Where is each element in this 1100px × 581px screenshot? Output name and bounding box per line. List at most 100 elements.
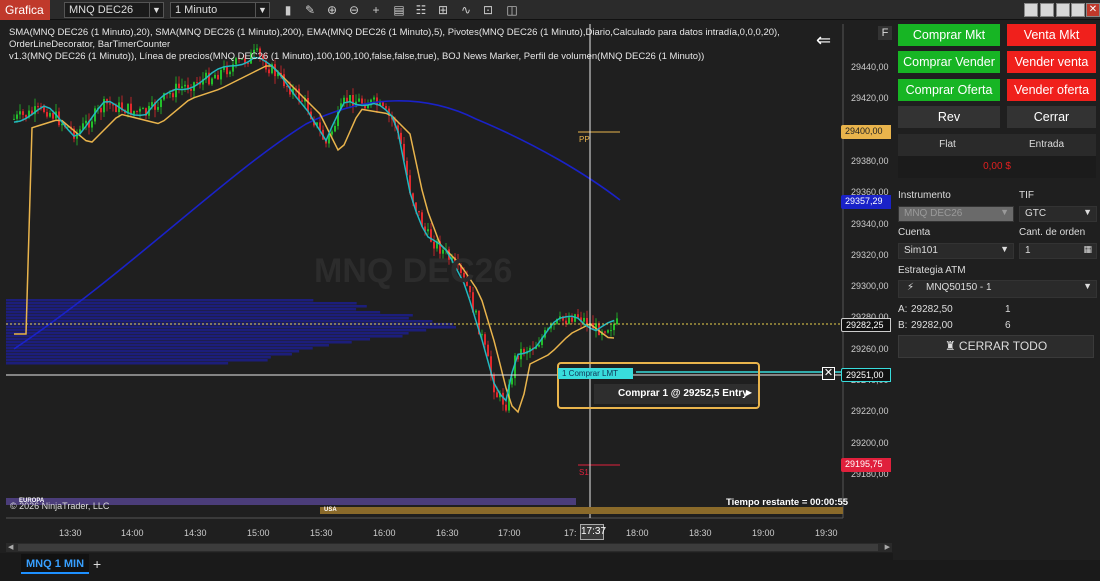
instrument-select[interactable]: MNQ DEC26 ▼ bbox=[64, 2, 164, 18]
candle-body bbox=[52, 112, 54, 119]
volume-profile-bar bbox=[6, 359, 268, 362]
pivot-s1-flag: 29195,75 bbox=[841, 458, 891, 472]
sma200-flag: 29357,29 bbox=[841, 195, 891, 209]
strategies-icon[interactable]: ☷ bbox=[414, 3, 428, 17]
session-usa-label: USA bbox=[324, 507, 337, 513]
bell-icon: ♜ bbox=[944, 339, 956, 353]
scroll-right-icon[interactable]: ▶ bbox=[885, 543, 890, 551]
volume-profile-bar bbox=[6, 320, 433, 323]
candle-body bbox=[577, 314, 579, 318]
lightning-icon: ⚡ bbox=[907, 282, 915, 293]
close-icon[interactable]: ✕ bbox=[1086, 3, 1100, 17]
buy-ask-button[interactable]: Comprar Vender bbox=[898, 51, 1000, 73]
scroll-thumb[interactable] bbox=[18, 544, 878, 551]
candle-body bbox=[16, 114, 18, 119]
candle-body bbox=[181, 86, 183, 88]
close-all-button[interactable]: ♜ CERRAR TODO bbox=[898, 335, 1094, 358]
price-chart[interactable]: SMA(MNQ DEC26 (1 Minuto),20), SMA(MNQ DE… bbox=[6, 24, 892, 541]
interval-select-value: 1 Minuto bbox=[175, 4, 218, 16]
bar-timer-text: Tiempo restante = 00:00:55 bbox=[726, 497, 849, 508]
price-axis-tick: 29320,00 bbox=[851, 249, 889, 260]
atm-strategy-select[interactable]: ⚡ MNQ50150 - 1 ▼ bbox=[898, 280, 1097, 298]
keypad-icon[interactable]: ▦ bbox=[1083, 244, 1092, 255]
candle-body bbox=[175, 83, 177, 98]
scroll-left-icon[interactable]: ◀ bbox=[8, 543, 13, 551]
app-tab[interactable]: Grafica bbox=[0, 0, 50, 20]
candle-body bbox=[91, 121, 93, 128]
indicator-line-2: v1.3(MNQ DEC26 (1 Minuto)), Línea de pre… bbox=[9, 51, 705, 62]
tif-select-value: GTC bbox=[1025, 208, 1047, 219]
indicator-line-1: SMA(MNQ DEC26 (1 Minuto),20), SMA(MNQ DE… bbox=[9, 27, 780, 50]
pencil-icon[interactable]: ✎ bbox=[303, 3, 317, 17]
pivot-pp-flag: 29400,00 bbox=[841, 125, 891, 139]
buy-market-button[interactable]: Comprar Mkt bbox=[898, 24, 1000, 46]
order-tag[interactable]: 1 Comprar LMT bbox=[558, 368, 633, 379]
tab-mnq-1-min[interactable]: MNQ 1 MIN bbox=[21, 554, 89, 574]
time-axis-tick: 19:30 bbox=[815, 528, 838, 538]
buy-bid-button[interactable]: Comprar Oferta bbox=[898, 79, 1000, 101]
link-icon[interactable] bbox=[1056, 3, 1070, 17]
chart-trader-icon[interactable]: ⊡ bbox=[481, 3, 495, 17]
crosshair-icon[interactable]: + bbox=[369, 3, 383, 17]
candle-body bbox=[109, 103, 111, 105]
ask-label: A: bbox=[898, 304, 908, 315]
templates-icon[interactable]: ⊞ bbox=[436, 3, 450, 17]
pnl-value: 0,00 $ bbox=[898, 156, 1096, 178]
position-state: Flat bbox=[898, 134, 997, 156]
add-tab-icon[interactable]: + bbox=[93, 554, 107, 574]
tif-select[interactable]: GTC ▼ bbox=[1019, 206, 1097, 222]
order-popup-text: Comprar 1 @ 29252,5 Entry bbox=[618, 388, 748, 399]
chevron-down-icon: ▼ bbox=[1000, 244, 1009, 254]
properties-icon[interactable]: ▤ bbox=[392, 3, 406, 17]
candle-body bbox=[481, 334, 483, 336]
arrow-left-icon[interactable]: ⇐ bbox=[816, 30, 831, 51]
indicators-icon[interactable]: ∿ bbox=[459, 3, 473, 17]
candle-body bbox=[487, 344, 489, 357]
time-axis-tick: 15:30 bbox=[310, 528, 333, 538]
close-all-label: CERRAR TODO bbox=[958, 339, 1048, 353]
account-select[interactable]: Sim101 ▼ bbox=[898, 243, 1014, 259]
time-axis-tick: 17: bbox=[564, 528, 577, 538]
candle-body bbox=[217, 74, 219, 80]
order-qty-value: 1 bbox=[1025, 245, 1031, 256]
volume-profile-bar bbox=[6, 338, 371, 341]
volume-profile-bar bbox=[6, 341, 352, 344]
bar-type-icon[interactable]: ▮ bbox=[281, 3, 295, 17]
candle-body bbox=[229, 71, 231, 75]
indicator-list: SMA(MNQ DEC26 (1 Minuto),20), SMA(MNQ DE… bbox=[9, 27, 839, 63]
bid-price: 29282,00 bbox=[911, 320, 953, 331]
tif-label: TIF bbox=[1019, 190, 1034, 201]
order-qty-input[interactable]: 1 ▦ bbox=[1019, 243, 1097, 259]
time-axis-tick: 18:30 bbox=[689, 528, 712, 538]
f-button[interactable]: F bbox=[878, 26, 892, 40]
sell-ask-button[interactable]: Vender venta bbox=[1007, 51, 1096, 73]
candle-body bbox=[358, 98, 360, 102]
order-popup-entry[interactable]: Comprar 1 @ 29252,5 Entry ▶ bbox=[594, 384, 758, 404]
sell-bid-button[interactable]: Vender oferta bbox=[1007, 79, 1096, 101]
interval-select[interactable]: 1 Minuto ▼ bbox=[170, 2, 270, 18]
candle-body bbox=[103, 99, 105, 113]
zoom-out-icon[interactable]: ⊖ bbox=[347, 3, 361, 17]
candle-body bbox=[46, 112, 48, 117]
session-usa-bar bbox=[320, 507, 843, 514]
candle-body bbox=[178, 83, 180, 88]
time-axis-tick: 17:00 bbox=[498, 528, 521, 538]
candle-body bbox=[301, 100, 303, 102]
volume-profile-bar bbox=[6, 311, 381, 314]
candle-body bbox=[373, 97, 375, 100]
chart-scrollbar[interactable]: ◀ ▶ bbox=[6, 543, 892, 552]
candle-body bbox=[418, 210, 420, 213]
maximize-icon[interactable] bbox=[1071, 3, 1085, 17]
snapshot-icon[interactable]: ◫ bbox=[505, 3, 519, 17]
sell-market-button[interactable]: Venta Mkt bbox=[1007, 24, 1096, 46]
volume-profile-bar bbox=[6, 344, 329, 347]
minimize-icon[interactable] bbox=[1040, 3, 1054, 17]
close-position-button[interactable]: Cerrar bbox=[1007, 106, 1096, 128]
zoom-in-icon[interactable]: ⊕ bbox=[325, 3, 339, 17]
cancel-order-icon[interactable]: ✕ bbox=[822, 367, 835, 380]
reverse-button[interactable]: Rev bbox=[898, 106, 1000, 128]
candle-body bbox=[433, 241, 435, 249]
window-icon[interactable] bbox=[1024, 3, 1038, 17]
candle-body bbox=[334, 126, 336, 132]
candle-body bbox=[22, 111, 24, 115]
